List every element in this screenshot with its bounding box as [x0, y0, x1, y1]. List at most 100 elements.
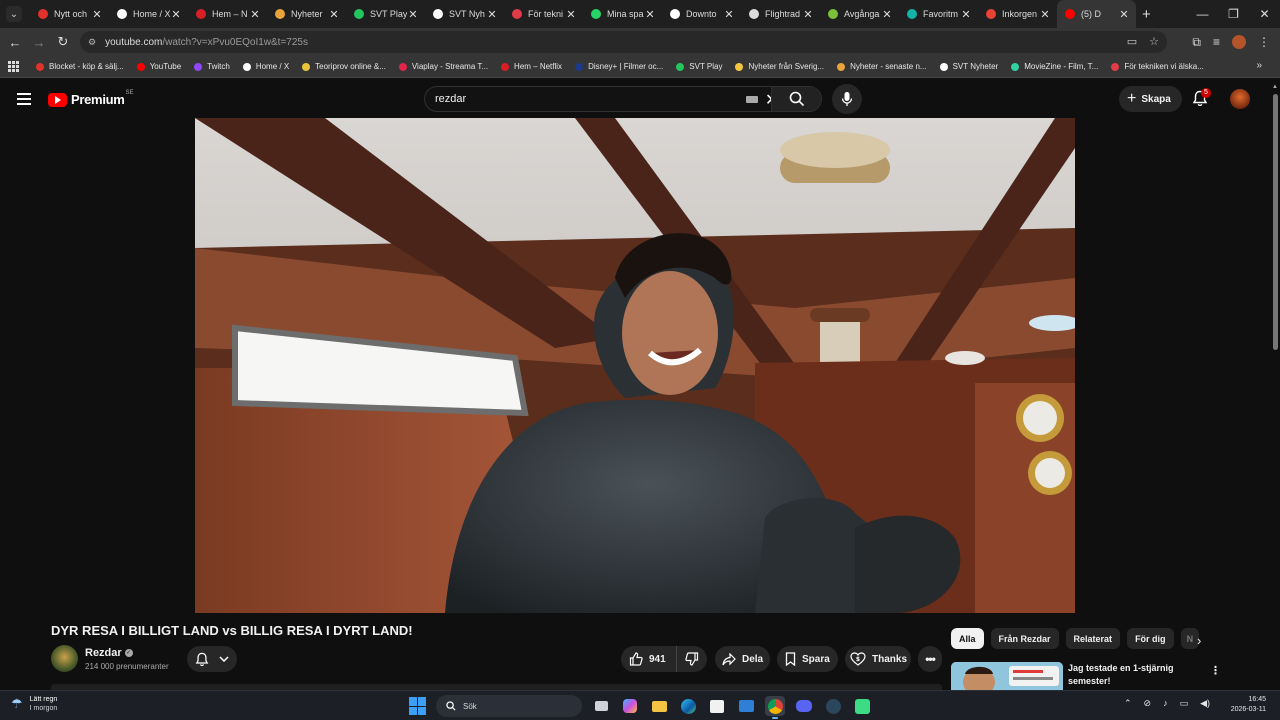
bookmark-item[interactable]: Nyheter från Sverig...	[735, 62, 824, 71]
voice-search-button[interactable]	[832, 84, 862, 114]
close-tab-icon[interactable]: ✕	[1039, 8, 1051, 21]
recommended-video-menu-icon[interactable]: ⋮	[1210, 664, 1221, 677]
task-view-icon[interactable]	[591, 696, 611, 716]
menu-icon[interactable]	[17, 93, 31, 105]
close-tab-icon[interactable]: ✕	[644, 8, 656, 21]
close-tab-icon[interactable]: ✕	[91, 8, 103, 21]
new-tab-button[interactable]: +	[1142, 6, 1162, 23]
microphone-tray-icon[interactable]: ♪	[1163, 698, 1168, 709]
android-app-icon[interactable]	[852, 696, 872, 716]
scroll-up-arrow-icon[interactable]: ▲	[1272, 84, 1278, 90]
browser-tab[interactable]: (5) D ✕	[1057, 0, 1136, 28]
video-player[interactable]	[195, 118, 1075, 613]
taskbar-search[interactable]: Sök	[436, 695, 582, 717]
channel-name-link[interactable]: Rezdar ✓	[85, 647, 133, 659]
close-window-button[interactable]: ✕	[1249, 0, 1280, 28]
bookmark-item[interactable]: SVT Nyheter	[939, 62, 998, 71]
discord-icon[interactable]	[794, 696, 814, 716]
close-tab-icon[interactable]: ✕	[328, 8, 340, 21]
browser-tab[interactable]: Nytt och ✕	[30, 0, 109, 28]
browser-tab[interactable]: Flightrad ✕	[741, 0, 820, 28]
browser-menu-icon[interactable]: ⋮	[1258, 35, 1270, 49]
close-tab-icon[interactable]: ✕	[1118, 8, 1130, 21]
youtube-logo[interactable]: Premium SE	[48, 90, 134, 107]
edge-browser-icon[interactable]	[678, 696, 698, 716]
bookmark-item[interactable]: Disney+ | Filmer oc...	[575, 62, 663, 71]
bookmark-item[interactable]: Nyheter - senaste n...	[837, 62, 927, 71]
browser-tab[interactable]: Hem – N ✕	[188, 0, 267, 28]
profile-avatar-icon[interactable]	[1232, 35, 1246, 49]
browser-tab[interactable]: Inkorgen ✕	[978, 0, 1057, 28]
close-tab-icon[interactable]: ✕	[170, 8, 182, 21]
share-button[interactable]: Dela	[715, 646, 770, 672]
close-tab-icon[interactable]: ✕	[723, 8, 735, 21]
page-scrollbar[interactable]: ▲	[1270, 80, 1280, 690]
search-button[interactable]	[771, 87, 821, 111]
browser-tab[interactable]: Home / X ✕	[109, 0, 188, 28]
microsoft-store-icon[interactable]	[707, 696, 727, 716]
scrollbar-thumb[interactable]	[1273, 94, 1278, 350]
bookmark-item[interactable]: Home / X	[242, 62, 289, 71]
maximize-button[interactable]: ❐	[1218, 0, 1249, 28]
tab-search-button[interactable]: ⌄	[6, 6, 22, 22]
filter-chip[interactable]: Relaterat	[1065, 628, 1121, 649]
weather-widget[interactable]: ☂ Lätt regn I morgon	[11, 695, 57, 713]
account-avatar[interactable]	[1230, 89, 1250, 109]
back-button[interactable]: ←	[3, 35, 27, 50]
browser-tab[interactable]: Nyheter ✕	[267, 0, 346, 28]
media-controls-icon[interactable]: ≡	[1213, 35, 1220, 49]
volume-icon[interactable]: ◀)	[1200, 698, 1210, 709]
filter-chip[interactable]: För dig	[1127, 628, 1174, 649]
apps-grid-icon[interactable]	[8, 60, 20, 73]
mail-icon[interactable]	[736, 696, 756, 716]
browser-tab[interactable]: SVT Play ✕	[346, 0, 425, 28]
create-button[interactable]: + Skapa	[1119, 86, 1182, 112]
keyboard-icon[interactable]	[746, 96, 758, 103]
recommended-video-thumbnail[interactable]	[951, 662, 1063, 690]
steam-icon[interactable]	[823, 696, 843, 716]
close-tab-icon[interactable]: ✕	[407, 8, 419, 21]
bookmark-item[interactable]: Viaplay - Streama T...	[398, 62, 488, 71]
chips-next-arrow-icon[interactable]: ›	[1197, 633, 1201, 648]
bookmark-item[interactable]: SVT Play	[676, 62, 722, 71]
bookmark-item[interactable]: Twitch	[194, 62, 230, 71]
chrome-icon[interactable]	[765, 696, 785, 719]
bookmark-item[interactable]: Hem – Netflix	[501, 62, 562, 71]
channel-avatar[interactable]	[51, 645, 78, 672]
recommended-video-title[interactable]: Jag testade en 1-stjärnig semester!	[1068, 662, 1203, 688]
close-tab-icon[interactable]: ✕	[565, 8, 577, 21]
browser-tab[interactable]: Downto ✕	[662, 0, 741, 28]
like-button[interactable]: 941	[621, 646, 677, 672]
search-input[interactable]	[425, 93, 735, 105]
browser-tab[interactable]: Favoritm ✕	[899, 0, 978, 28]
browser-tab[interactable]: För tekni ✕	[504, 0, 583, 28]
close-tab-icon[interactable]: ✕	[802, 8, 814, 21]
close-tab-icon[interactable]: ✕	[960, 8, 972, 21]
close-tab-icon[interactable]: ✕	[881, 8, 893, 21]
bookmark-item[interactable]: Blocket - köp & sälj...	[36, 62, 124, 71]
more-actions-button[interactable]: •••	[918, 646, 942, 672]
more-bookmarks-icon[interactable]: »	[1256, 60, 1262, 71]
extensions-icon[interactable]: ⧉	[1192, 35, 1201, 50]
forward-button[interactable]: →	[27, 35, 51, 50]
copilot-icon[interactable]	[620, 696, 640, 716]
site-info-icon[interactable]: ⚙	[88, 37, 96, 48]
windows-start-icon[interactable]	[409, 697, 427, 715]
browser-tab[interactable]: Avgånga ✕	[820, 0, 899, 28]
display-icon[interactable]: ▭	[1180, 698, 1189, 709]
bookmark-item[interactable]: YouTube	[136, 62, 181, 71]
address-bar[interactable]: ⚙ youtube.com/watch?v=xPvu0EQoI1w&t=725s…	[80, 31, 1167, 53]
filter-chip[interactable]: Alla	[951, 628, 984, 649]
subscription-bell-button[interactable]	[187, 646, 237, 672]
dislike-button[interactable]	[677, 652, 707, 666]
browser-tab[interactable]: SVT Nyh ✕	[425, 0, 504, 28]
bookmark-star-icon[interactable]: ☆	[1149, 35, 1159, 48]
bookmark-item[interactable]: Teoriprov online &...	[302, 62, 386, 71]
taskbar-clock[interactable]: 16:45 2026-03-11	[1222, 695, 1266, 715]
thanks-button[interactable]: $ Thanks	[845, 646, 911, 672]
file-explorer-icon[interactable]	[649, 696, 669, 716]
filter-chip[interactable]: Från Rezdar	[990, 628, 1059, 649]
close-tab-icon[interactable]: ✕	[486, 8, 498, 21]
close-tab-icon[interactable]: ✕	[249, 8, 261, 21]
filter-chip[interactable]: N	[1180, 628, 1199, 649]
